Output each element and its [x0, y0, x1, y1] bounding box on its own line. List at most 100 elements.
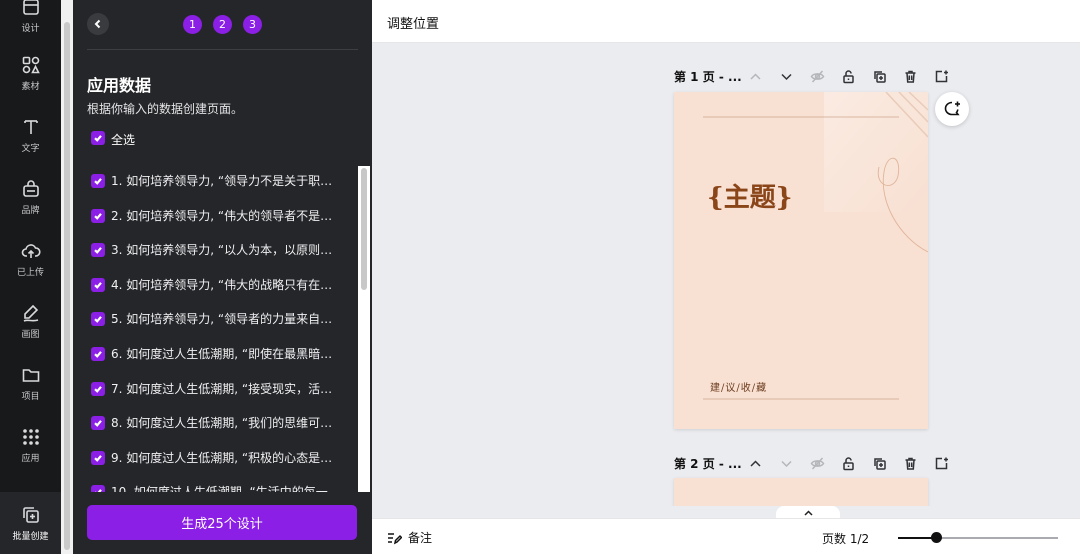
data-row[interactable]: 7. 如何度过人生低潮期, “接受现实，活在当下”	[73, 372, 359, 406]
row-text: 9. 如何度过人生低潮期, “积极的心态是克服困难的关键”	[111, 450, 343, 465]
page-1-title[interactable]: 第 1 页 - ...	[674, 68, 742, 85]
row-text: 1. 如何培养领导力, “领导力不是关于职位，而是关于影响力”	[111, 174, 343, 188]
rail-item-label: 已上传	[16, 267, 44, 278]
row-checkbox[interactable]	[91, 312, 105, 327]
lock-page-button[interactable]	[837, 65, 859, 87]
check-icon	[94, 247, 102, 255]
page-2-header: 第 2 页 - ...	[674, 452, 964, 474]
page-1-header: 第 1 页 - ...	[674, 65, 964, 87]
step-1-indicator[interactable]: 1	[183, 15, 202, 34]
data-row[interactable]: 8. 如何度过人生低潮期, “我们的思维可以改变一切”	[73, 406, 359, 440]
row-checkbox[interactable]	[91, 450, 105, 465]
page-1-design[interactable]: {主题} 建/议/收/藏	[674, 92, 928, 429]
step-2-indicator[interactable]: 2	[213, 15, 232, 34]
move-page-down-button[interactable]	[775, 452, 797, 474]
data-row[interactable]: 1. 如何培养领导力, “领导力不是关于职位，而是关于影响力”	[73, 164, 359, 198]
page-2-title[interactable]: 第 2 页 - ...	[674, 455, 742, 472]
row-checkbox[interactable]	[91, 485, 105, 492]
bottom-toolbar: 备注 页数 1/2	[372, 518, 1080, 554]
list-scrollbar-thumb[interactable]	[361, 168, 367, 290]
add-page-icon	[935, 457, 948, 469]
data-row[interactable]: 2. 如何培养领导力, “伟大的领导者不是天生的，而是造就的”	[73, 199, 359, 233]
page-2-design[interactable]	[674, 478, 928, 506]
step-3-indicator[interactable]: 3	[243, 15, 262, 34]
duplicate-page-button[interactable]	[868, 452, 890, 474]
canvas-footer-strip	[372, 506, 1080, 518]
rail-item-label: 画图	[21, 329, 40, 340]
notes-icon	[388, 532, 402, 544]
rail-item-bulk-create[interactable]: 批量创建	[0, 492, 61, 554]
move-page-up-button[interactable]	[744, 65, 766, 87]
rail-item-text[interactable]: 文字	[0, 106, 61, 164]
row-checkbox[interactable]	[91, 243, 105, 258]
delete-page-button[interactable]	[899, 65, 921, 87]
chevron-up-icon	[803, 509, 813, 516]
row-text: 10. 如何度过人生低潮期, “生活中的每一次挫折都是成长”	[111, 483, 343, 492]
page-count-button[interactable]: 页数 1/2	[822, 530, 869, 547]
unlock-icon	[842, 69, 854, 83]
rail-item-label: 批量创建	[12, 531, 49, 542]
data-row[interactable]: 6. 如何度过人生低潮期, “即使在最黑暗的日子里也要保持希望”	[73, 337, 359, 371]
row-checkbox[interactable]	[91, 277, 105, 292]
panel-description: 根据你输入的数据创建页面。	[87, 102, 244, 116]
save-tag-text[interactable]: 建/议/收/藏	[710, 379, 767, 394]
generate-designs-button[interactable]: 生成25个设计	[87, 505, 357, 540]
row-checkbox[interactable]	[91, 381, 105, 396]
add-page-button[interactable]	[930, 452, 952, 474]
row-text: 4. 如何培养领导力, “伟大的战略只有在执行中才能体现价值”	[111, 277, 343, 292]
row-checkbox[interactable]	[91, 208, 105, 223]
data-row[interactable]: 5. 如何培养领导力, “领导者的力量来自于信任”	[73, 302, 359, 336]
notes-label: 备注	[408, 531, 433, 545]
add-page-icon	[935, 70, 948, 82]
row-checkbox[interactable]	[91, 416, 105, 431]
rail-item-brand[interactable]: 品牌	[0, 168, 61, 226]
zoom-slider-knob[interactable]	[930, 532, 942, 543]
move-page-up-button[interactable]	[744, 452, 766, 474]
row-checkbox[interactable]	[91, 347, 105, 361]
rail-item-label: 素材	[21, 81, 40, 92]
check-icon	[94, 135, 102, 142]
rail-item-apps[interactable]: 应用	[0, 416, 61, 474]
rail-item-projects[interactable]: 项目	[0, 354, 61, 412]
check-icon	[94, 316, 102, 324]
bulk-create-icon	[22, 506, 39, 523]
theme-placeholder-text[interactable]: {主题}	[707, 177, 792, 214]
rail-item-design[interactable]: 设计	[0, 0, 61, 44]
eye-off-icon	[810, 456, 824, 470]
rail-item-label: 项目	[21, 391, 40, 402]
rail-item-elements[interactable]: 素材	[0, 44, 61, 102]
select-all-checkbox[interactable]	[91, 131, 105, 145]
rail-item-label: 品牌	[21, 205, 40, 216]
move-page-down-button[interactable]	[775, 65, 797, 87]
chevron-left-icon	[94, 19, 101, 29]
notes-button[interactable]: 备注	[386, 529, 432, 546]
panel-title: 应用数据	[87, 76, 152, 95]
hide-page-button[interactable]	[806, 452, 828, 474]
row-text: 6. 如何度过人生低潮期, “即使在最黑暗的日子里也要保持希望”	[111, 347, 343, 361]
back-button[interactable]	[87, 13, 109, 35]
rail-scrollbar[interactable]	[64, 22, 70, 550]
data-row[interactable]: 3. 如何培养领导力, “以人为本，以原则为先”	[73, 233, 359, 267]
data-row[interactable]: 9. 如何度过人生低潮期, “积极的心态是克服困难的关键”	[73, 441, 359, 475]
trash-icon	[905, 70, 915, 83]
top-toolbar: 调整位置	[372, 0, 1080, 43]
hide-page-button[interactable]	[806, 65, 828, 87]
lock-page-button[interactable]	[837, 452, 859, 474]
row-checkbox[interactable]	[91, 174, 105, 188]
chevron-up-icon	[749, 459, 761, 467]
check-icon	[94, 178, 102, 185]
rail-item-label: 文字	[21, 143, 40, 154]
data-row[interactable]: 10. 如何度过人生低潮期, “生活中的每一次挫折都是成长”	[73, 475, 359, 492]
add-page-button[interactable]	[930, 65, 952, 87]
position-tool-title[interactable]: 调整位置	[387, 13, 439, 32]
duplicate-page-button[interactable]	[868, 65, 890, 87]
check-icon	[94, 351, 102, 358]
data-row[interactable]: 4. 如何培养领导力, “伟大的战略只有在执行中才能体现价值”	[73, 268, 359, 302]
rail-item-uploads[interactable]: 已上传	[0, 230, 61, 288]
row-text: 8. 如何度过人生低潮期, “我们的思维可以改变一切”	[111, 416, 343, 431]
rail-item-draw[interactable]: 画图	[0, 292, 61, 350]
row-text: 3. 如何培养领导力, “以人为本，以原则为先”	[111, 243, 343, 258]
check-icon	[94, 454, 102, 462]
delete-page-button[interactable]	[899, 452, 921, 474]
add-comment-button[interactable]	[935, 92, 969, 126]
